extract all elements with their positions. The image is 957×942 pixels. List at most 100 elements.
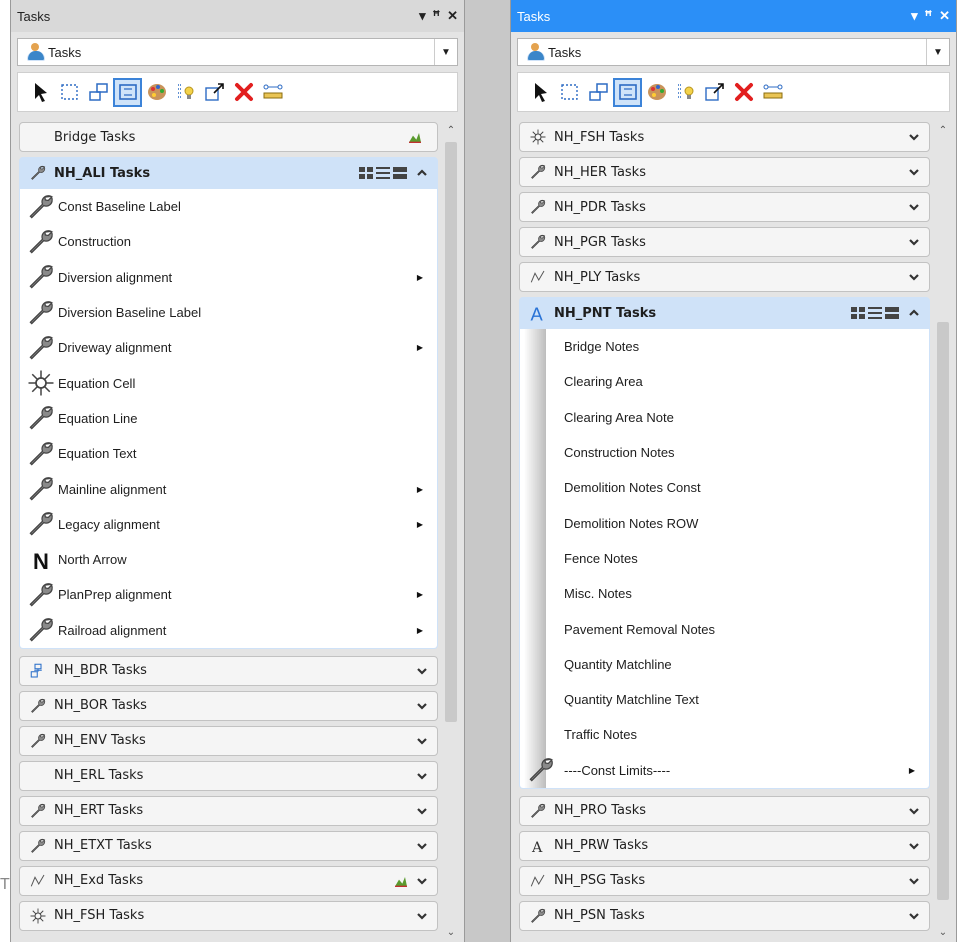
task-item-mainline-alignment[interactable]: Mainline alignment ▶ (20, 471, 437, 506)
scroll-down-icon[interactable]: ⌄ (442, 924, 460, 940)
panel-titlebar[interactable]: Tasks ▾ ꟸ ✕ (511, 0, 956, 32)
task-item-quantity-matchline-text[interactable]: Quantity Matchline Text (520, 682, 929, 717)
measure-icon[interactable] (260, 80, 285, 105)
group-header-nh-erl-tasks[interactable]: NH_ERL Tasks (19, 760, 438, 791)
chevron-up-icon[interactable] (415, 166, 429, 180)
chevron-down-icon[interactable] (415, 839, 429, 853)
select-element-icon[interactable] (86, 80, 111, 105)
pointer-icon[interactable] (28, 80, 53, 105)
task-item-clearing-area-note[interactable]: Clearing Area Note (520, 400, 929, 435)
task-item-demolition-notes-const[interactable]: Demolition Notes Const (520, 470, 929, 505)
task-item-pavement-removal-notes[interactable]: Pavement Removal Notes (520, 611, 929, 646)
task-item-equation-line[interactable]: Equation Line (20, 401, 437, 436)
group-header-nh-her-tasks[interactable]: NH_HER Tasks (519, 157, 930, 187)
group-header-nh-bdr-tasks[interactable]: NH_BDR Tasks (19, 655, 438, 686)
chevron-down-icon[interactable] (907, 804, 921, 818)
task-combo[interactable]: Tasks ▼ (517, 38, 950, 66)
task-item-construction-notes[interactable]: Construction Notes (520, 435, 929, 470)
task-item-fence-notes[interactable]: Fence Notes (520, 541, 929, 576)
select-element-icon[interactable] (586, 80, 611, 105)
group-header-nh-fsh-tasks[interactable]: NH_FSH Tasks (519, 122, 930, 152)
chevron-up-icon[interactable] (907, 306, 921, 320)
group-header-nh-env-tasks[interactable]: NH_ENV Tasks (19, 725, 438, 756)
select-box-icon[interactable] (57, 80, 82, 105)
chevron-down-icon[interactable] (415, 664, 429, 678)
chevron-down-icon[interactable] (415, 804, 429, 818)
scroll-up-icon[interactable]: ⌃ (934, 122, 952, 138)
chevron-down-icon[interactable] (907, 200, 921, 214)
scroll-thumb[interactable] (445, 142, 457, 722)
task-item-diversion-baseline-label[interactable]: Diversion Baseline Label (20, 295, 437, 330)
task-item-const-limits[interactable]: ----Const Limits---- ▶ (520, 753, 929, 788)
chevron-down-icon[interactable] (907, 165, 921, 179)
detail-view-icon[interactable] (393, 167, 407, 179)
group-header-nh-psg-tasks[interactable]: NH_PSG Tasks (519, 865, 930, 896)
group-header-bridge-tasks[interactable]: Bridge Tasks (19, 122, 438, 152)
dropdown-icon[interactable]: ▾ (419, 8, 426, 24)
resize-icon[interactable] (702, 80, 727, 105)
close-icon[interactable]: ✕ (447, 8, 458, 24)
chevron-down-icon[interactable] (907, 235, 921, 249)
resize-icon[interactable] (202, 80, 227, 105)
pointer-icon[interactable] (528, 80, 553, 105)
group-header-nh-exd-tasks[interactable]: NH_Exd Tasks (19, 865, 438, 896)
task-item-diversion-alignment[interactable]: Diversion alignment ▶ (20, 260, 437, 295)
task-item-construction[interactable]: Construction (20, 224, 437, 259)
task-item-planprep-alignment[interactable]: PlanPrep alignment ▶ (20, 577, 437, 612)
chevron-down-icon[interactable] (907, 270, 921, 284)
group-header-nh-ali-tasks[interactable]: NH_ALI Tasks (19, 157, 438, 189)
chevron-down-icon[interactable] (907, 839, 921, 853)
group-header-nh-ply-tasks[interactable]: NH_PLY Tasks (519, 262, 930, 292)
chevron-down-icon[interactable] (907, 130, 921, 144)
group-header-nh-bor-tasks[interactable]: NH_BOR Tasks (19, 690, 438, 721)
list-view-icon[interactable] (376, 167, 390, 179)
group-header-nh-prw-tasks[interactable]: A NH_PRW Tasks (519, 830, 930, 861)
attributes-icon[interactable] (673, 80, 698, 105)
task-item-clearing-area[interactable]: Clearing Area (520, 364, 929, 399)
scroll-thumb[interactable] (937, 322, 949, 900)
attributes-icon[interactable] (173, 80, 198, 105)
task-item-misc-notes[interactable]: Misc. Notes (520, 576, 929, 611)
task-combo[interactable]: Tasks ▼ (17, 38, 458, 66)
task-item-driveway-alignment[interactable]: Driveway alignment ▶ (20, 330, 437, 365)
group-header-nh-pgr-tasks[interactable]: NH_PGR Tasks (519, 227, 930, 257)
task-item-equation-text[interactable]: Equation Text (20, 436, 437, 471)
scroll-up-icon[interactable]: ⌃ (442, 122, 460, 138)
group-header-nh-ert-tasks[interactable]: NH_ERT Tasks (19, 795, 438, 826)
palette-icon[interactable] (644, 80, 669, 105)
detail-view-icon[interactable] (885, 307, 899, 319)
close-icon[interactable]: ✕ (939, 8, 950, 24)
chevron-down-icon[interactable]: ▼ (434, 39, 457, 65)
list-view-icon[interactable] (868, 307, 882, 319)
pin-icon[interactable]: ꟸ (433, 8, 441, 24)
scrollbar[interactable]: ⌃ ⌄ (442, 122, 460, 940)
chevron-down-icon[interactable] (415, 734, 429, 748)
delete-icon[interactable] (231, 80, 256, 105)
chevron-down-icon[interactable] (907, 909, 921, 923)
fence-icon[interactable] (613, 77, 642, 107)
scroll-down-icon[interactable]: ⌄ (934, 924, 952, 940)
grid-view-icon[interactable] (359, 167, 373, 179)
measure-icon[interactable] (760, 80, 785, 105)
dropdown-icon[interactable]: ▾ (911, 8, 918, 24)
chevron-down-icon[interactable] (415, 874, 429, 888)
chevron-down-icon[interactable] (415, 699, 429, 713)
panel-titlebar[interactable]: Tasks ▾ ꟸ ✕ (11, 0, 464, 32)
task-item-north-arrow[interactable]: N North Arrow (20, 542, 437, 577)
task-item-quantity-matchline[interactable]: Quantity Matchline (520, 647, 929, 682)
group-header-nh-pnt-tasks[interactable]: A NH_PNT Tasks (519, 297, 930, 329)
chevron-down-icon[interactable] (415, 769, 429, 783)
task-item-bridge-notes[interactable]: Bridge Notes (520, 329, 929, 364)
task-item-const-baseline-label[interactable]: Const Baseline Label (20, 189, 437, 224)
group-header-nh-etxt-tasks[interactable]: NH_ETXT Tasks (19, 830, 438, 861)
select-box-icon[interactable] (557, 80, 582, 105)
chevron-down-icon[interactable]: ▼ (926, 39, 949, 65)
task-item-equation-cell[interactable]: Equation Cell (20, 365, 437, 400)
task-item-railroad-alignment[interactable]: Railroad alignment ▶ (20, 613, 437, 648)
fence-icon[interactable] (113, 77, 142, 107)
delete-icon[interactable] (731, 80, 756, 105)
chevron-down-icon[interactable] (415, 909, 429, 923)
grid-view-icon[interactable] (851, 307, 865, 319)
scrollbar[interactable]: ⌃ ⌄ (934, 122, 952, 940)
group-header-nh-psn-tasks[interactable]: NH_PSN Tasks (519, 900, 930, 931)
